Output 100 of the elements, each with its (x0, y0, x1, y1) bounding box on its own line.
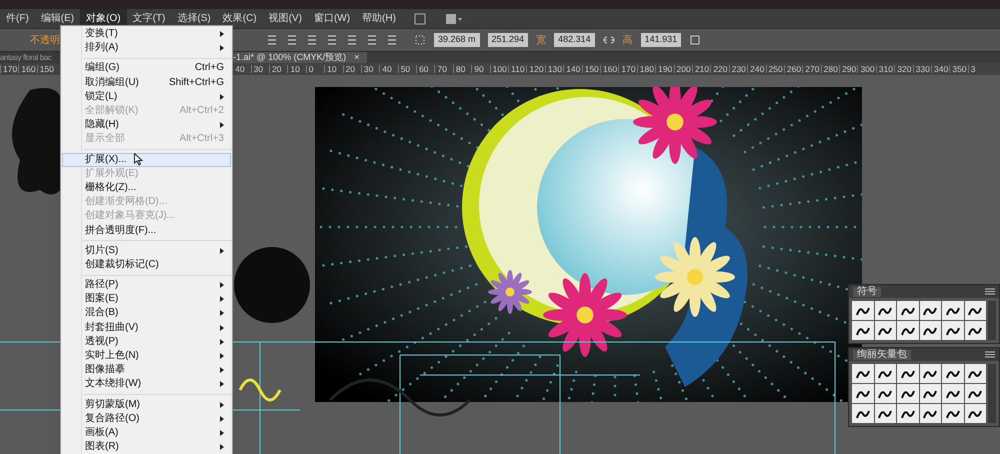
symbol-swatch[interactable] (852, 301, 874, 320)
link-icon[interactable] (602, 36, 615, 44)
scrollbar[interactable] (988, 301, 996, 340)
menu-item[interactable]: 取消编组(U) Shift+Ctrl+G (62, 76, 231, 90)
symbol-swatch[interactable] (942, 321, 964, 340)
submenu-arrow-icon (220, 416, 224, 422)
panel-tab[interactable]: 符号 (853, 286, 881, 296)
symbol-swatch[interactable] (964, 364, 986, 383)
document-tab[interactable]: -1.ai* @ 100% (CMYK/预览) × (233, 52, 368, 63)
menu-item[interactable]: 图表(R) (62, 440, 231, 454)
symbol-swatch[interactable] (852, 364, 874, 383)
submenu-arrow-icon (220, 310, 224, 316)
scrollbar[interactable] (988, 364, 996, 423)
arrange-documents-icon[interactable] (414, 12, 426, 24)
symbol-swatch[interactable] (852, 384, 874, 403)
symbol-swatch[interactable] (964, 301, 986, 320)
submenu-arrow-icon (220, 31, 224, 38)
symbol-swatch[interactable] (874, 321, 896, 340)
symbol-swatch[interactable] (874, 404, 896, 423)
menu-item[interactable]: 扩展(X)... (62, 152, 231, 167)
menu-bar-item[interactable]: 效果(C) (216, 9, 263, 28)
menu-item[interactable]: 编组(G) Ctrl+G (62, 61, 231, 76)
submenu-arrow-icon (220, 296, 224, 302)
menu-item[interactable]: 变换(T) (62, 27, 231, 42)
submenu-arrow-icon (220, 381, 224, 388)
ruler-label: 190 (655, 64, 674, 74)
panel-menu-icon[interactable] (985, 351, 995, 358)
workspace-layout-icon[interactable] (446, 14, 462, 24)
symbol-swatch[interactable] (920, 364, 941, 383)
symbol-swatch[interactable] (920, 321, 941, 340)
menu-bar-item[interactable]: 编辑(E) (34, 9, 80, 28)
menu-bar-item[interactable]: 窗口(W) (308, 9, 356, 28)
ruler-label: 120 (526, 64, 545, 74)
menu-bar-item[interactable]: 件(F) (0, 9, 35, 28)
ruler-label: 320 (894, 64, 913, 74)
number-field[interactable]: 39.268 m (434, 33, 480, 47)
menu-item[interactable]: 文本绕排(W) (62, 377, 231, 392)
symbol-swatch[interactable] (852, 404, 874, 423)
number-field[interactable]: 482.314 (554, 33, 595, 47)
menu-bar-item[interactable]: 帮助(H) (356, 9, 402, 28)
transform-icon[interactable] (689, 34, 702, 46)
menu-item[interactable]: 路径(P) (62, 278, 231, 292)
symbol-swatch[interactable] (942, 364, 964, 383)
menu-item[interactable]: 创建裁切标记(C) (62, 258, 231, 272)
symbol-swatch[interactable] (897, 384, 918, 403)
close-tab-button[interactable]: × (354, 53, 360, 62)
submenu-arrow-icon (220, 402, 224, 408)
menu-item[interactable]: 切片(S) (62, 244, 231, 258)
ruler-label: 350 (949, 64, 968, 74)
ruler-label: 10 (324, 64, 343, 74)
ruler-label: 10 (287, 64, 306, 74)
menu-item[interactable]: 锁定(L) (62, 90, 231, 104)
symbol-swatch[interactable] (852, 321, 874, 340)
menu-item[interactable]: 拼合透明度(F)... (62, 223, 231, 238)
menu-bar-item[interactable]: 文字(T) (126, 9, 172, 28)
menu-item[interactable]: 栅格化(Z)... (62, 180, 231, 196)
ruler-label: 200 (674, 64, 692, 74)
symbol-swatch[interactable] (874, 301, 896, 320)
symbol-swatch[interactable] (874, 384, 896, 403)
menu-item[interactable]: 剪切蒙版(M) (62, 398, 231, 412)
ruler-label: 170 (618, 64, 637, 74)
ruler-label: 170 (0, 64, 18, 74)
menu-bar-item[interactable]: 视图(V) (262, 9, 308, 28)
symbol-swatch[interactable] (897, 301, 918, 320)
symbol-swatch[interactable] (920, 384, 941, 403)
menu-item[interactable]: 排列(A) (62, 41, 231, 56)
menu-item[interactable]: 图案(E) (62, 292, 231, 306)
menu-item[interactable]: 实时上色(N) (62, 348, 231, 364)
menu-item[interactable]: 画板(A) (62, 426, 231, 440)
number-field[interactable]: 141.931 (640, 33, 682, 47)
ruler-label: 150 (36, 64, 56, 74)
symbol-swatch[interactable] (942, 301, 964, 320)
symbol-swatch[interactable] (897, 364, 918, 383)
ruler-label: 330 (912, 64, 932, 74)
symbol-swatch[interactable] (942, 384, 964, 403)
ruler-label: 340 (931, 64, 950, 74)
panel-tab[interactable]: 绚丽矢量包 (853, 350, 911, 360)
submenu-arrow-icon (220, 122, 224, 128)
ruler-label: 3 (968, 64, 986, 74)
symbol-swatch[interactable] (942, 404, 964, 423)
symbol-swatch[interactable] (964, 384, 986, 403)
reference-point-icon[interactable] (414, 34, 426, 46)
symbol-swatch[interactable] (897, 321, 918, 340)
symbol-swatch[interactable] (897, 404, 918, 423)
menu-item[interactable]: 混合(B) (62, 306, 231, 321)
ruler-label: 270 (802, 64, 821, 74)
menu-item[interactable]: 透视(P) (62, 334, 231, 349)
number-field[interactable]: 251.294 (488, 33, 528, 47)
ruler-label: 30 (250, 64, 269, 74)
symbol-swatch[interactable] (920, 404, 941, 423)
menu-item[interactable]: 图像描摹 (62, 363, 231, 378)
menu-item[interactable]: 封套扭曲(V) (62, 320, 231, 335)
symbol-swatch[interactable] (874, 364, 896, 383)
menu-item[interactable]: 复合路径(O) (62, 412, 231, 426)
symbol-swatch[interactable] (964, 321, 986, 340)
symbol-swatch[interactable] (920, 301, 941, 320)
menu-item[interactable]: 隐藏(H) (62, 118, 231, 132)
panel-menu-icon[interactable] (985, 288, 995, 295)
symbol-swatch[interactable] (964, 404, 986, 423)
menu-bar-item[interactable]: 选择(S) (171, 9, 217, 28)
